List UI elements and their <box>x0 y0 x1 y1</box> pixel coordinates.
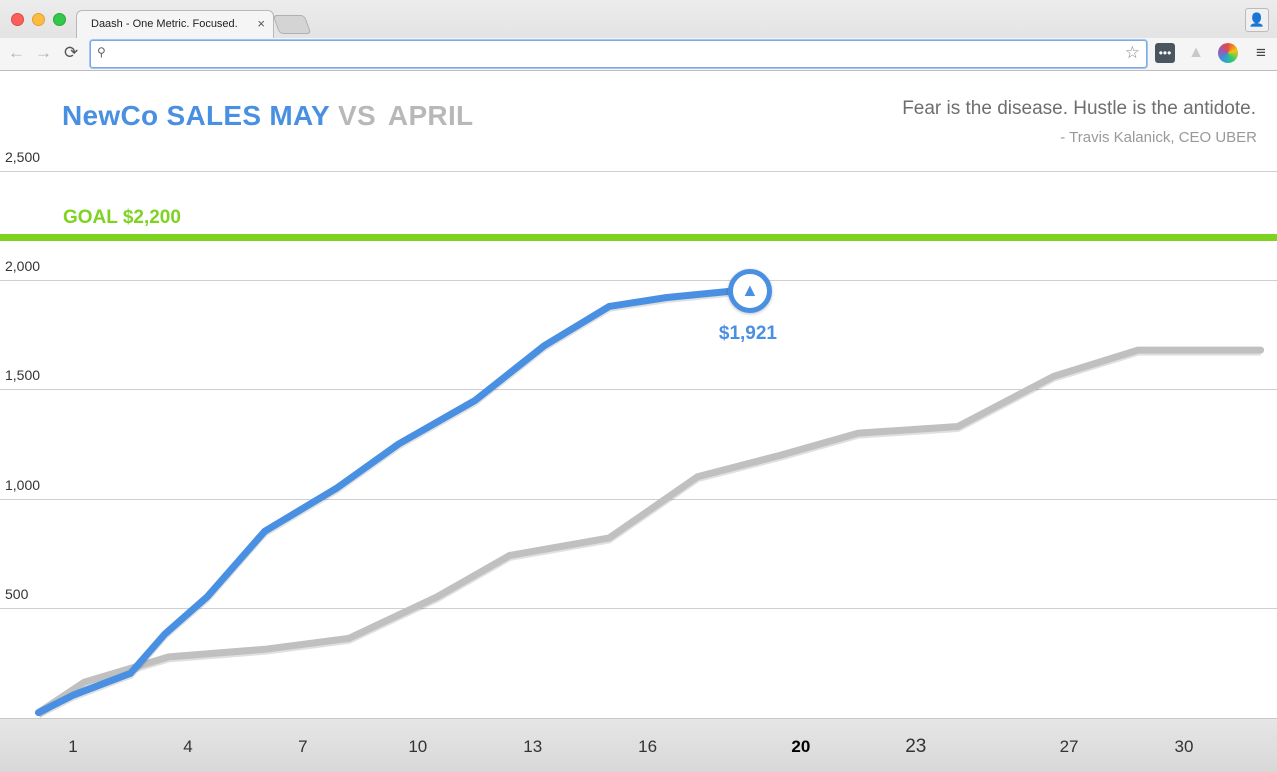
x-tick-label: 23 <box>905 736 927 757</box>
drive-icon[interactable]: ▲ <box>1186 43 1206 63</box>
x-tick-label: 20 <box>791 737 811 756</box>
browser-toolbar: ← → ⟳ ⚲ ☆ ••• ▲ ≡ <box>0 38 1277 70</box>
reload-button[interactable]: ⟳ <box>64 43 78 63</box>
x-tick-label: 30 <box>1174 737 1194 756</box>
goal-label: GOAL $2,200 <box>63 206 181 228</box>
tab-close-icon[interactable]: × <box>257 16 265 31</box>
series-line-may <box>35 287 736 717</box>
x-axis: 1 4 7 10 13 16 20 23 27 30 <box>0 718 1277 772</box>
x-tick-label: 27 <box>1059 737 1079 756</box>
series-shadow <box>36 289 733 718</box>
color-wheel-icon[interactable] <box>1218 43 1238 63</box>
dashboard: NewCo SALES MAY VS APRIL Fear is the disea… <box>0 71 1277 772</box>
tab-title: Daash - One Metric. Focused. <box>91 18 238 30</box>
x-tick-label: 7 <box>298 737 308 756</box>
profile-icon[interactable]: 👤 <box>1245 8 1269 32</box>
browser-tab[interactable]: Daash - One Metric. Focused. × <box>76 10 274 39</box>
address-bar[interactable]: ⚲ ☆ <box>90 40 1147 68</box>
series-shadow <box>36 348 1261 718</box>
search-icon: ⚲ <box>97 45 106 59</box>
up-arrow-icon: ▲ <box>741 280 759 301</box>
x-tick-label: 4 <box>183 737 193 756</box>
series-line-april <box>35 346 1265 717</box>
new-tab-button[interactable] <box>272 15 312 34</box>
sales-chart <box>35 287 1265 718</box>
browser-chrome: Daash - One Metric. Focused. × 👤 ← → ⟳ ⚲… <box>0 0 1277 71</box>
zoom-window-button[interactable] <box>53 13 66 26</box>
x-tick-label: 1 <box>68 737 78 756</box>
x-tick-label: 10 <box>408 737 428 756</box>
window-controls <box>11 13 66 26</box>
x-tick-label: 13 <box>523 737 543 756</box>
extension-menu-icon[interactable]: ••• <box>1155 43 1175 63</box>
menu-icon[interactable]: ≡ <box>1251 43 1271 63</box>
minimize-window-button[interactable] <box>32 13 45 26</box>
current-value-marker[interactable]: ▲ <box>727 269 772 314</box>
forward-button[interactable]: → <box>35 43 52 63</box>
back-button[interactable]: ← <box>8 43 25 63</box>
address-input[interactable] <box>117 44 1111 65</box>
bookmark-star-icon[interactable]: ☆ <box>1125 43 1140 63</box>
x-tick-label: 16 <box>638 737 658 756</box>
current-value-label: $1,921 <box>718 323 777 345</box>
close-window-button[interactable] <box>11 13 24 26</box>
